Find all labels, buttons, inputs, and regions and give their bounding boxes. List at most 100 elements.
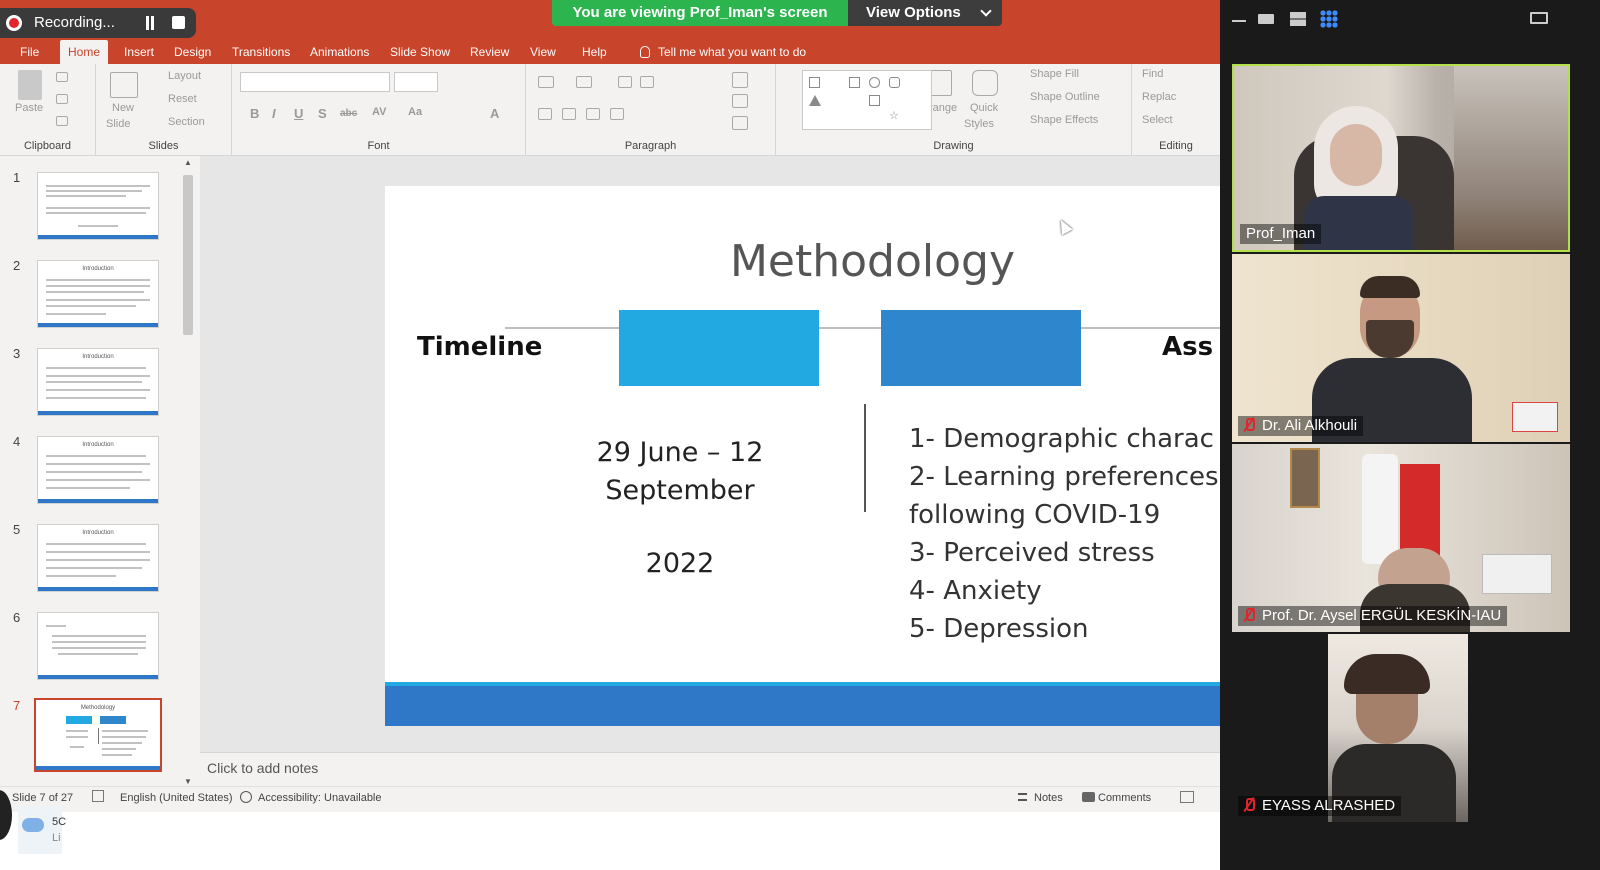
- strip-view-icon[interactable]: [1290, 12, 1306, 26]
- tab-design[interactable]: Design: [166, 40, 219, 64]
- assessment-label[interactable]: Ass: [1162, 332, 1213, 362]
- increase-indent-icon[interactable]: [640, 76, 654, 88]
- numbering-icon[interactable]: [576, 76, 592, 88]
- underline-icon[interactable]: U: [294, 106, 303, 121]
- minimize-icon[interactable]: [1232, 20, 1246, 22]
- align-center-icon[interactable]: [562, 108, 576, 120]
- date-range[interactable]: 29 June – 12 September: [585, 434, 775, 510]
- oval-shape-icon[interactable]: [869, 77, 880, 88]
- layout-options-icon[interactable]: [1530, 12, 1548, 24]
- slide-thumbnail-3[interactable]: Introduction: [37, 348, 159, 416]
- rectangle-shape-icon[interactable]: [849, 77, 860, 88]
- video-tile-ali-alkhouli[interactable]: Dr. Ali Alkhouli: [1232, 254, 1570, 442]
- font-color-icon[interactable]: A: [490, 106, 499, 121]
- italic-icon[interactable]: I: [272, 106, 276, 121]
- star-shape-icon[interactable]: ☆: [889, 111, 900, 122]
- shapes-gallery[interactable]: ☆: [802, 70, 932, 130]
- align-left-icon[interactable]: [538, 108, 552, 120]
- slide-thumbnail-1[interactable]: [37, 172, 159, 240]
- gallery-grid-icon[interactable]: [1320, 10, 1338, 28]
- video-tile-aysel-ergul-keskin[interactable]: Prof. Dr. Aysel ERGÜL KESKİN-IAU: [1232, 444, 1570, 632]
- tab-help[interactable]: Help: [574, 40, 615, 64]
- tab-view[interactable]: View: [522, 40, 564, 64]
- textbox-shape-icon[interactable]: [809, 77, 820, 88]
- scroll-up-icon[interactable]: ▲: [182, 157, 194, 169]
- slide-thumbnail-6[interactable]: [37, 612, 159, 680]
- slide-thumbnail-7[interactable]: Methodology: [34, 698, 162, 772]
- new-slide-icon[interactable]: [110, 72, 138, 98]
- shape-effects-button[interactable]: Shape Effects: [1030, 114, 1098, 126]
- tab-insert[interactable]: Insert: [116, 40, 162, 64]
- language-indicator[interactable]: English (United States): [120, 792, 233, 804]
- current-slide[interactable]: Methodology Timeline Ass 29 June – 12 Se…: [385, 186, 1220, 726]
- change-case-icon[interactable]: Aa: [408, 106, 422, 118]
- timeline-label[interactable]: Timeline: [417, 332, 542, 362]
- layout-button[interactable]: Layout: [168, 70, 201, 82]
- quick-styles-label[interactable]: Quick: [970, 102, 998, 114]
- timeline-box-2[interactable]: [881, 310, 1081, 386]
- ribbon: Paste Clipboard New Slide Layout Reset S…: [0, 64, 1220, 156]
- new-slide-label-2[interactable]: Slide: [106, 118, 130, 130]
- smartart-icon[interactable]: [732, 116, 748, 130]
- tab-slide-show[interactable]: Slide Show: [382, 40, 458, 64]
- speaker-view-icon[interactable]: [1258, 14, 1274, 24]
- triangle-shape-icon[interactable]: [809, 95, 821, 106]
- shape-outline-button[interactable]: Shape Outline: [1030, 91, 1100, 103]
- tab-review[interactable]: Review: [462, 40, 517, 64]
- video-tile-prof-iman[interactable]: Prof_Iman: [1232, 64, 1570, 252]
- section-button[interactable]: Section: [168, 116, 205, 128]
- replace-button[interactable]: Replac: [1142, 91, 1176, 103]
- format-painter-icon[interactable]: [56, 116, 68, 126]
- tab-animations[interactable]: Animations: [302, 40, 377, 64]
- align-text-icon[interactable]: [732, 94, 748, 108]
- new-slide-label[interactable]: New: [112, 102, 134, 114]
- tab-home[interactable]: Home: [60, 40, 109, 64]
- decrease-indent-icon[interactable]: [618, 76, 632, 88]
- bullets-icon[interactable]: [538, 76, 554, 88]
- slide-thumbnail-5[interactable]: Introduction: [37, 524, 159, 592]
- bold-icon[interactable]: B: [250, 106, 259, 121]
- rounded-rect-shape-icon[interactable]: [889, 77, 900, 88]
- slide-title[interactable]: Methodology: [385, 236, 1220, 287]
- year-text[interactable]: 2022: [585, 548, 775, 579]
- weather-widget[interactable]: 5C Li: [18, 806, 66, 854]
- find-button[interactable]: Find: [1142, 68, 1163, 80]
- font-family-select[interactable]: [240, 72, 390, 92]
- strikethrough-icon[interactable]: abc: [340, 108, 357, 119]
- tab-file[interactable]: File: [12, 40, 47, 64]
- accessibility-status[interactable]: Accessibility: Unavailable: [258, 792, 382, 804]
- shadow-icon[interactable]: S: [318, 106, 327, 121]
- quick-styles-icon[interactable]: [972, 70, 998, 96]
- arrow-shape-icon[interactable]: [869, 95, 880, 106]
- pause-recording-icon[interactable]: [144, 16, 156, 30]
- copy-icon[interactable]: [56, 94, 68, 104]
- justify-icon[interactable]: [610, 108, 624, 120]
- paste-icon[interactable]: [18, 70, 42, 100]
- paste-label[interactable]: Paste: [15, 102, 43, 114]
- view-options-button[interactable]: View Options: [848, 0, 1002, 26]
- assessment-list[interactable]: 1- Demographic charac 2- Learning prefer…: [909, 420, 1219, 648]
- tab-transitions[interactable]: Transitions: [224, 40, 298, 64]
- shape-fill-button[interactable]: Shape Fill: [1030, 68, 1079, 80]
- scrollbar-thumb[interactable]: [183, 175, 193, 335]
- comments-toggle[interactable]: Comments: [1098, 792, 1151, 804]
- normal-view-icon[interactable]: [1180, 791, 1194, 803]
- notes-pane[interactable]: Click to add notes: [200, 752, 1220, 782]
- thumbnail-scrollbar[interactable]: ▲ ▼: [180, 157, 196, 802]
- timeline-box-1[interactable]: [619, 310, 819, 386]
- align-right-icon[interactable]: [586, 108, 600, 120]
- select-button[interactable]: Select: [1142, 114, 1173, 126]
- video-tile-eyass-alrashed[interactable]: EYASS ALRASHED: [1232, 634, 1570, 822]
- quick-styles-label-2[interactable]: Styles: [964, 118, 994, 130]
- spelling-check-icon[interactable]: [92, 790, 104, 802]
- cut-icon[interactable]: [56, 72, 68, 82]
- reset-button[interactable]: Reset: [168, 93, 197, 105]
- notes-toggle[interactable]: Notes: [1034, 792, 1063, 804]
- stop-recording-icon[interactable]: [172, 16, 185, 29]
- font-size-select[interactable]: [394, 72, 438, 92]
- text-direction-icon[interactable]: [732, 72, 748, 88]
- slide-thumbnail-2[interactable]: Introduction: [37, 260, 159, 328]
- tell-me-box[interactable]: Tell me what you want to do: [640, 40, 806, 64]
- slide-thumbnail-4[interactable]: Introduction: [37, 436, 159, 504]
- char-spacing-icon[interactable]: AV: [372, 106, 386, 118]
